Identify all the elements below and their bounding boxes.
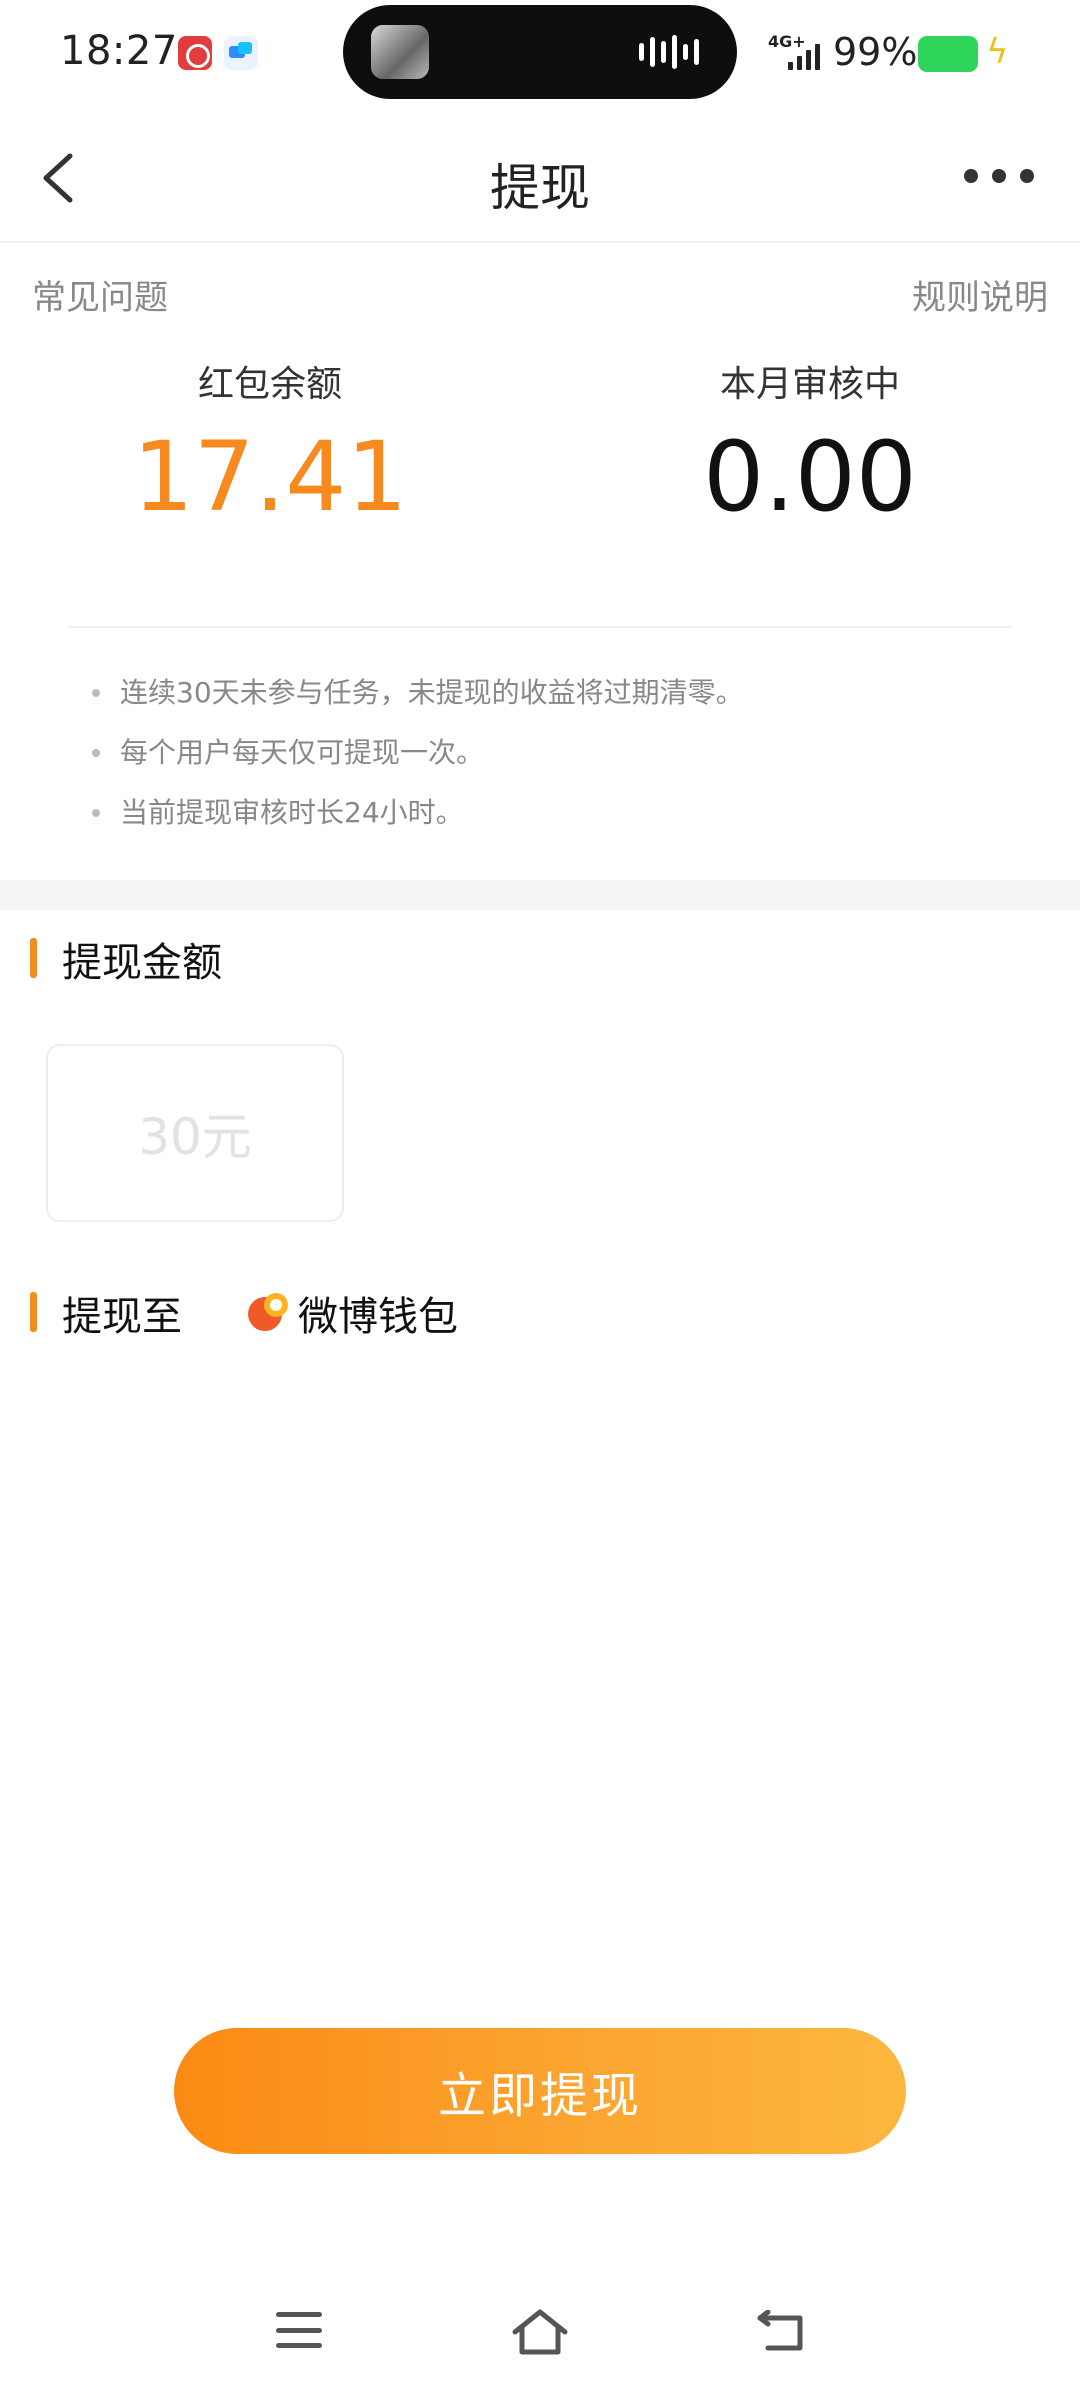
netease-music-icon [178,36,212,70]
pending-value: 0.00 [703,421,917,533]
charging-bolt-icon: ϟ [986,32,1009,72]
pending-label: 本月审核中 [719,364,900,405]
note-item: 连续30天未参与任务，未提现的收益将过期清零。 [90,673,744,733]
amount-section-title: 提现金额 [30,930,222,988]
signal-icon [788,44,820,70]
battery-percentage: 99% [833,30,918,74]
balance-value: 17.41 [132,421,408,533]
system-nav-bar [0,2290,1080,2400]
note-item: 当前提现审核时长24小时。 [90,793,744,853]
withdraw-page: 18:27 4G+ 99% ϟ 提现 常见问题 规则说明 红包余额 17.41 [0,0,1080,2400]
home-icon[interactable] [510,2308,570,2356]
amount-option-30[interactable]: 30元 [46,1044,344,1222]
status-time: 18:27 [60,28,178,74]
faq-link[interactable]: 常见问题 [32,270,168,319]
weibo-wallet-icon [248,1293,288,1333]
monthly-pending: 本月审核中 0.00 [540,355,1080,525]
accent-bar [30,1292,37,1332]
destination-title-label: 提现至 [62,1294,182,1340]
notes-list: 连续30天未参与任务，未提现的收益将过期清零。 每个用户每天仅可提现一次。 当前… [90,673,744,853]
balance-label: 红包余额 [197,364,342,405]
page-title: 提现 [490,159,590,217]
top-bar: 提现 [0,110,1080,243]
weibo-wallet-option[interactable]: 微博钱包 [248,1284,458,1342]
amount-title-label: 提现金额 [62,940,222,986]
accent-bar [30,938,37,978]
recent-apps-icon[interactable] [276,2312,322,2348]
divider [68,626,1012,628]
battery-icon [918,36,978,72]
back-nav-icon[interactable] [756,2310,806,2354]
status-bar: 18:27 4G+ 99% ϟ [0,0,1080,110]
withdraw-now-button[interactable]: 立即提现 [174,2028,906,2154]
destination-section-title: 提现至 [30,1284,182,1342]
media-thumbnail [371,25,429,79]
note-item: 每个用户每天仅可提现一次。 [90,733,744,793]
section-separator [0,880,1080,910]
more-dots-icon[interactable] [964,166,1034,186]
dynamic-island[interactable] [343,5,737,99]
audio-wave-icon [639,35,699,69]
rules-link[interactable]: 规则说明 [912,270,1048,319]
message-app-icon [224,36,258,70]
red-packet-balance: 红包余额 17.41 [0,355,540,525]
wallet-label: 微博钱包 [298,1294,458,1340]
